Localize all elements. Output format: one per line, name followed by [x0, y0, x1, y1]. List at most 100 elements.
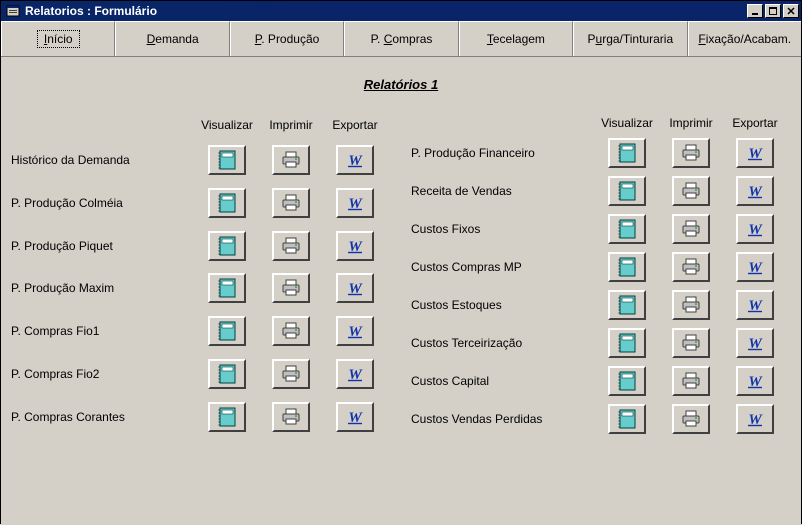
print-button[interactable] — [272, 359, 310, 389]
report-label: Custos Estoques — [411, 298, 591, 312]
content-panel: Relatórios 1 VisualizarImprimirExportarH… — [1, 57, 801, 525]
export-button[interactable]: W — [736, 176, 774, 206]
view-button[interactable] — [608, 366, 646, 396]
printer-icon — [281, 408, 301, 426]
print-button[interactable] — [272, 231, 310, 261]
tab-3[interactable]: P. Compras — [344, 21, 458, 56]
print-button[interactable] — [272, 145, 310, 175]
word-icon: W — [745, 334, 765, 352]
notebook-icon — [616, 294, 638, 316]
view-button[interactable] — [608, 404, 646, 434]
export-button[interactable]: W — [336, 316, 374, 346]
print-button[interactable] — [672, 138, 710, 168]
printer-icon — [281, 365, 301, 383]
view-button[interactable] — [608, 328, 646, 358]
word-icon: W — [745, 410, 765, 428]
export-button[interactable]: W — [736, 138, 774, 168]
notebook-icon — [616, 370, 638, 392]
word-icon: W — [345, 279, 365, 297]
export-button[interactable]: W — [736, 290, 774, 320]
printer-icon — [681, 182, 701, 200]
column-header-export: Exportar — [727, 116, 783, 130]
view-button[interactable] — [208, 145, 246, 175]
word-icon: W — [345, 365, 365, 383]
print-button[interactable] — [672, 176, 710, 206]
notebook-icon — [616, 180, 638, 202]
export-button[interactable]: W — [736, 214, 774, 244]
export-button[interactable]: W — [736, 366, 774, 396]
tab-6[interactable]: Fixação/Acabam. — [688, 21, 801, 56]
tab-label: Fixação/Acabam. — [698, 32, 791, 46]
export-button[interactable]: W — [336, 231, 374, 261]
minimize-button[interactable] — [747, 4, 763, 18]
word-icon: W — [745, 372, 765, 390]
export-button[interactable]: W — [336, 402, 374, 432]
word-icon: W — [345, 408, 365, 426]
view-button[interactable] — [608, 138, 646, 168]
print-button[interactable] — [672, 328, 710, 358]
column-header-print: Imprimir — [663, 116, 719, 130]
left-report-group: VisualizarImprimirExportarHistórico da D… — [11, 116, 391, 434]
tab-label: Purga/Tinturaria — [588, 32, 674, 46]
word-icon: W — [345, 322, 365, 340]
tab-4[interactable]: Tecelagem — [459, 21, 573, 56]
view-button[interactable] — [208, 188, 246, 218]
report-label: Custos Fixos — [411, 222, 591, 236]
view-button[interactable] — [208, 273, 246, 303]
tab-2[interactable]: P. Produção — [230, 21, 344, 56]
notebook-icon — [616, 218, 638, 240]
print-button[interactable] — [272, 188, 310, 218]
tab-0[interactable]: Início — [1, 21, 115, 56]
report-label: Custos Capital — [411, 374, 591, 388]
column-header-view: Visualizar — [599, 116, 655, 130]
report-label: Histórico da Demanda — [11, 153, 191, 167]
view-button[interactable] — [208, 316, 246, 346]
export-button[interactable]: W — [736, 404, 774, 434]
print-button[interactable] — [272, 273, 310, 303]
printer-icon — [281, 194, 301, 212]
export-button[interactable]: W — [736, 252, 774, 282]
tab-1[interactable]: Demanda — [115, 21, 229, 56]
printer-icon — [681, 410, 701, 428]
word-icon: W — [345, 151, 365, 169]
close-button[interactable] — [783, 4, 799, 18]
print-button[interactable] — [672, 214, 710, 244]
printer-icon — [681, 334, 701, 352]
export-button[interactable]: W — [336, 359, 374, 389]
report-label: P. Produção Colméia — [11, 196, 191, 210]
view-button[interactable] — [608, 290, 646, 320]
printer-icon — [281, 322, 301, 340]
tab-5[interactable]: Purga/Tinturaria — [573, 21, 687, 56]
print-button[interactable] — [272, 316, 310, 346]
view-button[interactable] — [608, 176, 646, 206]
report-label: P. Produção Financeiro — [411, 146, 591, 160]
notebook-icon — [216, 363, 238, 385]
printer-icon — [681, 372, 701, 390]
report-label: P. Compras Fio1 — [11, 324, 191, 338]
notebook-icon — [616, 332, 638, 354]
export-button[interactable]: W — [336, 188, 374, 218]
print-button[interactable] — [672, 366, 710, 396]
maximize-button[interactable] — [765, 4, 781, 18]
print-button[interactable] — [672, 290, 710, 320]
view-button[interactable] — [208, 402, 246, 432]
export-button[interactable]: W — [736, 328, 774, 358]
export-button[interactable]: W — [336, 145, 374, 175]
tab-label: Início — [38, 31, 79, 47]
print-button[interactable] — [672, 252, 710, 282]
print-button[interactable] — [672, 404, 710, 434]
view-button[interactable] — [608, 214, 646, 244]
column-header-print: Imprimir — [263, 118, 319, 132]
view-button[interactable] — [208, 231, 246, 261]
notebook-icon — [616, 142, 638, 164]
word-icon: W — [345, 237, 365, 255]
export-button[interactable]: W — [336, 273, 374, 303]
view-button[interactable] — [608, 252, 646, 282]
word-icon: W — [745, 144, 765, 162]
tab-label: Demanda — [147, 32, 199, 46]
word-icon: W — [345, 194, 365, 212]
title-bar: Relatorios : Formulário — [1, 1, 801, 21]
print-button[interactable] — [272, 402, 310, 432]
printer-icon — [681, 296, 701, 314]
view-button[interactable] — [208, 359, 246, 389]
